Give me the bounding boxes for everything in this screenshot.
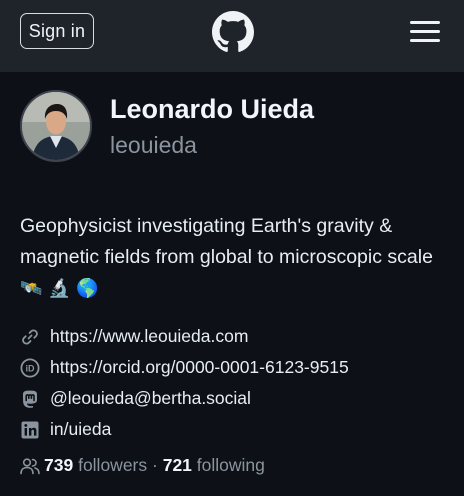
linkedin-link-text[interactable]: in/uieda xyxy=(50,419,111,440)
mastodon-link-text[interactable]: @leouieda@bertha.social xyxy=(50,388,251,409)
link-icon xyxy=(22,329,38,345)
avatar[interactable] xyxy=(20,90,92,162)
profile-bio: Geophysicist investigating Earth's gravi… xyxy=(20,211,450,304)
sign-in-button[interactable]: Sign in xyxy=(20,13,94,49)
orcid-icon: iD xyxy=(20,358,40,378)
hamburger-menu-icon[interactable] xyxy=(410,19,440,43)
header-bar: Sign in xyxy=(0,0,464,72)
bio-emojis: 🛰️ 🔬 🌎 xyxy=(20,278,99,299)
following-label[interactable]: following xyxy=(197,455,265,475)
profile-username: leouieda xyxy=(110,132,197,158)
orcid-link-text[interactable]: https://orcid.org/0000-0001-6123-9515 xyxy=(50,357,349,378)
followers-label[interactable]: followers xyxy=(78,455,147,475)
stats-separator: · xyxy=(152,455,158,475)
linkedin-icon xyxy=(21,421,39,439)
svg-text:iD: iD xyxy=(26,364,36,374)
avatar-photo xyxy=(22,92,90,160)
github-logo-icon[interactable] xyxy=(212,11,254,53)
followers-count[interactable]: 739 xyxy=(44,455,73,475)
following-count[interactable]: 721 xyxy=(163,455,192,475)
people-icon xyxy=(20,458,40,475)
website-link-text[interactable]: https://www.leouieda.com xyxy=(50,326,248,347)
profile-name: Leonardo Uieda xyxy=(110,94,315,124)
bio-text: Geophysicist investigating Earth's gravi… xyxy=(20,215,433,268)
mastodon-icon xyxy=(23,390,37,408)
